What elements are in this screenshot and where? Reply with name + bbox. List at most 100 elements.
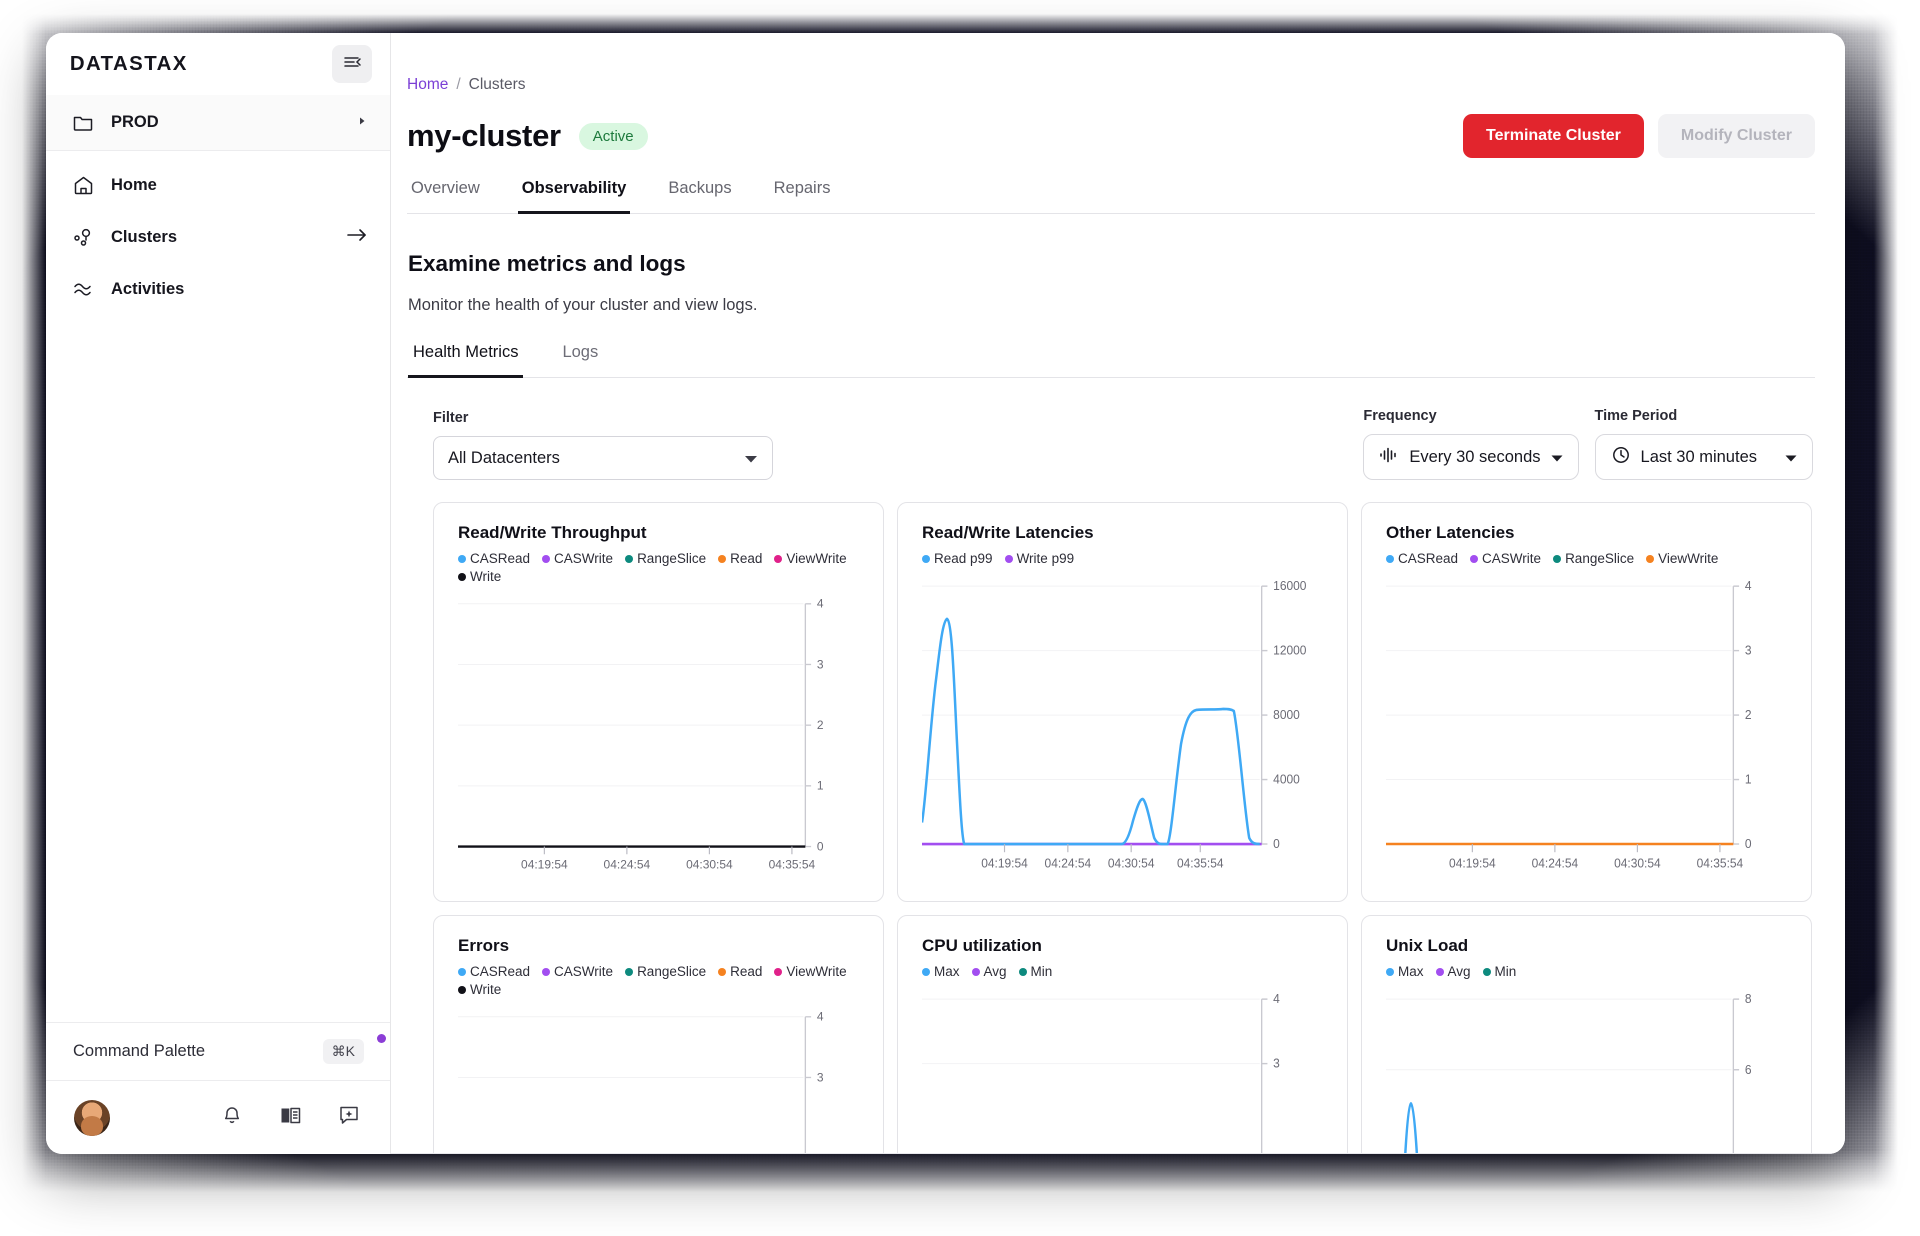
svg-text:0: 0 [817,839,824,853]
bell-icon[interactable] [221,1104,243,1131]
notification-dot [377,1034,386,1043]
chart-plot[interactable]: 43 [922,993,1325,1154]
breadcrumb-current: Clusters [468,76,526,93]
legend-item[interactable]: RangeSlice [625,551,706,566]
metrics-controls: Filter All Datacenters Frequency Every 3… [407,408,1815,480]
legend-item[interactable]: Read [718,551,762,566]
section-title: Examine metrics and logs [408,251,686,276]
sidebar-nav: Home Clusters Activities [46,151,390,315]
chart-card-read-write-throughput: Read/Write Throughput CASRead CASWrite R… [433,502,884,902]
x-tick-label: 04:24:54 [1045,856,1092,870]
legend-item[interactable]: Write p99 [1004,551,1074,566]
x-tick-label: 04:24:54 [1532,856,1579,870]
legend-item[interactable]: Avg [1435,964,1471,979]
legend-label: Write [470,569,502,584]
book-icon[interactable] [279,1105,302,1131]
legend-item[interactable]: ViewWrite [774,551,847,566]
command-palette-button[interactable]: Command Palette ⌘K [46,1022,390,1080]
svg-text:3: 3 [1273,1056,1280,1070]
legend-label: CASRead [470,964,531,979]
legend-item[interactable]: Read [718,964,762,979]
legend-item[interactable]: Avg [971,964,1007,979]
legend-label: Avg [983,964,1007,979]
frequency-label: Frequency [1363,408,1437,424]
sidebar-org-selector[interactable]: PROD [46,95,390,151]
legend-item[interactable]: CASWrite [1470,551,1541,566]
legend-item[interactable]: Write [458,569,501,584]
legend-color-swatch [458,554,466,563]
page-title: my-cluster [407,118,561,153]
feedback-icon[interactable] [338,1104,360,1131]
legend-item[interactable]: CASWrite [542,964,613,979]
app-window: DATASTAX PROD Home Clusters Activities C… [46,33,1845,1154]
svg-text:1: 1 [817,779,824,793]
legend-color-swatch [1435,967,1444,976]
tab-backups[interactable]: Backups [664,179,735,214]
legend-item[interactable]: Read p99 [922,551,993,566]
sidebar-item-activities[interactable]: Activities [46,263,390,315]
legend-item[interactable]: CASRead [1386,551,1458,566]
legend-item[interactable]: RangeSlice [1553,551,1634,566]
tab-observability[interactable]: Observability [517,179,631,214]
main-inner: Home / Clusters my-cluster Active Termin… [391,33,1845,1154]
sidebar-org-label: PROD [111,113,159,131]
chart-svg: 43 [922,993,1280,1154]
legend-label: RangeSlice [637,551,707,566]
legend-color-swatch [1386,554,1394,563]
chart-plot[interactable]: 86 [1386,993,1789,1154]
legend-item[interactable]: CASRead [458,964,530,979]
gridlines [922,998,1260,1065]
tab-health-metrics[interactable]: Health Metrics [408,343,524,378]
legend-label: Read [730,964,763,979]
legend-item[interactable]: RangeSlice [625,964,706,979]
sidebar-item-home[interactable]: Home [46,159,390,211]
tab-logs[interactable]: Logs [557,343,603,378]
tab-repairs[interactable]: Repairs [770,179,835,214]
legend-item[interactable]: ViewWrite [774,964,847,979]
legend-label: ViewWrite [1658,551,1719,566]
legend-item[interactable]: CASRead [458,551,530,566]
sidebar-item-label: Activities [111,279,185,298]
breadcrumb-home-link[interactable]: Home [407,76,448,94]
terminate-cluster-button[interactable]: Terminate Cluster [1463,114,1644,158]
legend-color-swatch [922,967,930,976]
chart-plot[interactable]: 16000 12000 8000 4000 0 04:19:54 04:24:5… [922,580,1325,887]
chart-plot[interactable]: 43 21 0 04:19:54 04:24:54 04:30:54 04:35… [458,598,861,887]
legend-color-swatch [458,985,466,994]
legend-item[interactable]: Write [458,982,501,997]
legend-item[interactable]: Max [1386,964,1424,979]
frequency-select[interactable]: Every 30 seconds [1363,434,1579,480]
gridlines [458,603,804,787]
legend-color-swatch [1018,967,1027,976]
chart-legend: CASRead CASWrite RangeSlice Read ViewWri… [458,551,861,584]
legend-color-swatch [1482,967,1491,976]
legend-color-swatch [774,554,783,563]
main-content: Home / Clusters my-cluster Active Termin… [391,33,1845,1154]
filter-label: Filter [433,410,469,426]
svg-text:8000: 8000 [1273,708,1300,722]
collapse-sidebar-button[interactable] [332,45,372,83]
legend-color-swatch [718,554,727,563]
legend-item[interactable]: Max [922,964,960,979]
chart-plot[interactable]: 43 [458,1011,861,1154]
legend-color-swatch [458,967,466,976]
legend-color-swatch [625,967,634,976]
chart-plot[interactable]: 43 21 0 04:19:54 04:24:54 04:30:54 04:35… [1386,580,1789,887]
modify-cluster-button[interactable]: Modify Cluster [1657,114,1815,158]
chart-legend: CASRead CASWrite RangeSlice ViewWrite [1386,551,1789,566]
time-period-select[interactable]: Last 30 minutes [1594,434,1813,480]
chart-svg: 43 21 0 04:19:54 04:24:54 04:30:54 04:35… [1386,580,1752,871]
tab-overview[interactable]: Overview [407,179,484,214]
legend-item[interactable]: Min [1482,964,1516,979]
x-tick-labels: 04:19:54 04:24:54 04:30:54 04:35:54 [521,858,816,872]
sidebar-item-clusters[interactable]: Clusters [46,211,390,263]
avatar[interactable] [74,1099,110,1136]
legend-item[interactable]: Min [1018,964,1052,979]
legend-label: CASWrite [554,964,614,979]
legend-item[interactable]: CASWrite [542,551,613,566]
cluster-tabs: Overview Observability Backups Repairs [407,179,1815,214]
legend-item[interactable]: ViewWrite [1646,551,1718,566]
datacenter-filter-value: All Datacenters [448,448,560,467]
chart-legend: Max Avg Min [1386,964,1789,979]
datacenter-filter-select[interactable]: All Datacenters [433,436,773,480]
